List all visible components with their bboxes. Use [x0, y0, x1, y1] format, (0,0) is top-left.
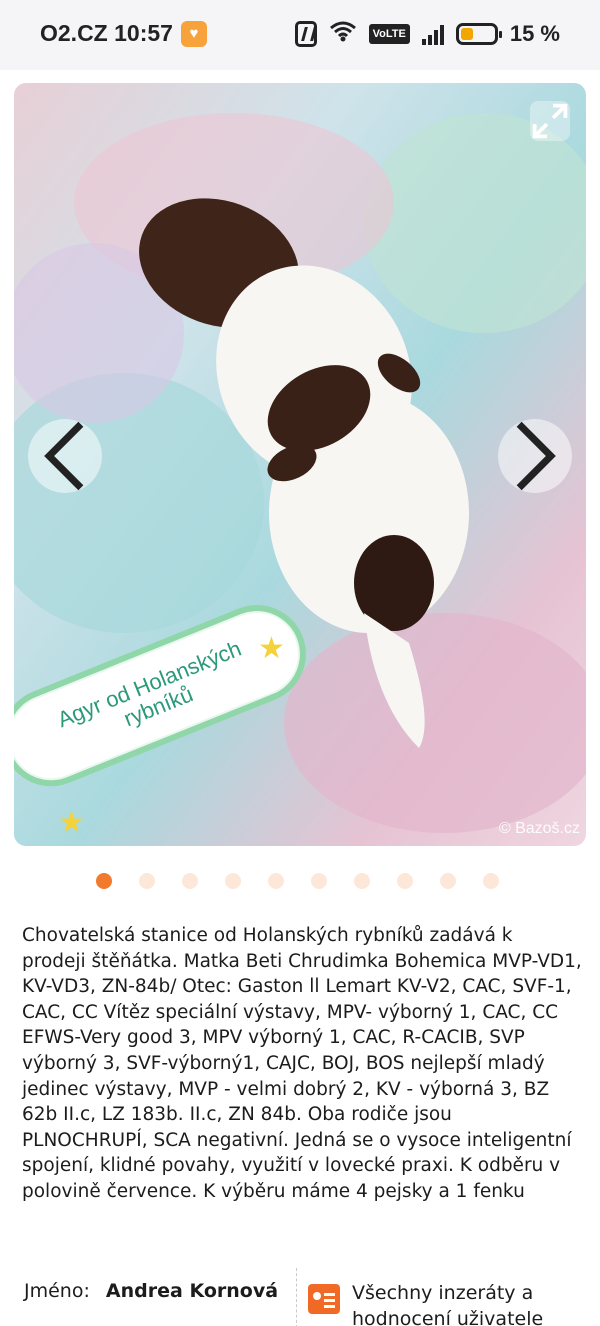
signal-icon: [421, 23, 444, 45]
pagination-dot[interactable]: [397, 873, 413, 889]
seller-name: Andrea Kornová: [105, 1280, 279, 1302]
star-icon: ★: [258, 631, 285, 666]
pagination-dot[interactable]: [225, 873, 241, 889]
expand-button[interactable]: [530, 101, 570, 141]
carrier-time: O2.CZ 10:57: [40, 20, 173, 46]
nfc-icon: [294, 21, 317, 47]
user-card-icon: [308, 1284, 340, 1314]
status-left: O2.CZ 10:57 ♥: [40, 20, 207, 47]
pagination-dot[interactable]: [182, 873, 198, 889]
listing-description: Chovatelská stanice od Holanských rybník…: [22, 925, 582, 1202]
next-image-button[interactable]: [498, 419, 572, 493]
pagination-dot[interactable]: [440, 873, 456, 889]
seller-label: Jméno:: [24, 1280, 90, 1302]
pagination-dot[interactable]: [139, 873, 155, 889]
pagination-dot[interactable]: [311, 873, 327, 889]
status-right: VoLTE 15 %: [294, 20, 560, 48]
seller-info: Jméno: Andrea Kornová: [24, 1280, 278, 1302]
wifi-icon: [329, 20, 357, 48]
chevron-right-icon: [516, 421, 556, 491]
heart-badge-icon: ♥: [180, 20, 207, 47]
pagination-dot[interactable]: [354, 873, 370, 889]
expand-icon: [532, 103, 568, 139]
status-bar: O2.CZ 10:57 ♥ VoLTE 15 %: [0, 0, 600, 70]
pagination-dot[interactable]: [268, 873, 284, 889]
previous-image-button[interactable]: [28, 419, 102, 493]
all-listings-link-text[interactable]: Všechny inzeráty a hodnocení uživatele: [352, 1280, 562, 1326]
divider: [296, 1268, 297, 1326]
battery-icon: [455, 23, 502, 45]
star-icon: ★: [58, 805, 85, 840]
image-pagination: [96, 873, 499, 889]
volte-icon: VoLTE: [368, 24, 410, 44]
battery-percent: 15 %: [509, 21, 560, 46]
watermark: © Bazoš.cz: [498, 820, 580, 837]
chevron-left-icon: [44, 421, 84, 491]
all-listings-link[interactable]: Všechny inzeráty a hodnocení uživatele: [308, 1280, 562, 1326]
pagination-dot-active[interactable]: [96, 873, 112, 889]
listing-photo[interactable]: Agyr od Holanských rybníků ★ ★ © Bazoš.c…: [14, 83, 586, 846]
pagination-dot[interactable]: [483, 873, 499, 889]
